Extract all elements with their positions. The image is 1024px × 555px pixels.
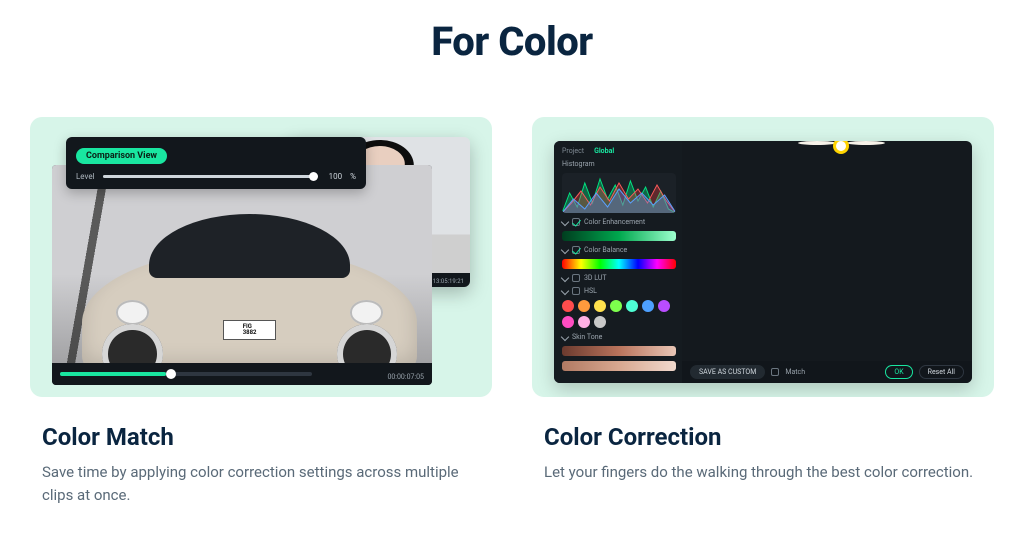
- row-lut-label: 3D LUT: [584, 274, 607, 282]
- footer-match-label: Match: [785, 368, 805, 376]
- card-color-correction-image: Project Global Histogram: [532, 117, 994, 397]
- swatch[interactable]: [658, 300, 670, 312]
- row-lut[interactable]: 3D LUT: [562, 274, 676, 282]
- card-color-match-title: Color Match: [30, 423, 492, 451]
- checkbox-icon[interactable]: [572, 218, 580, 226]
- car-headlight-right: [350, 300, 383, 325]
- comparison-badge[interactable]: Comparison View: [76, 148, 167, 164]
- row-color-balance[interactable]: Color Balance: [562, 246, 676, 254]
- swatch-grid: [562, 300, 676, 328]
- swatch[interactable]: [610, 300, 622, 312]
- level-label: Level: [76, 172, 95, 181]
- level-value: 100: [322, 172, 342, 181]
- cc-preview: [682, 141, 972, 361]
- cc-main-area: SAVE AS CUSTOM Match OK Reset All: [682, 141, 972, 383]
- lens-left: [798, 141, 836, 145]
- main-playbar[interactable]: 00:00:07:05: [52, 363, 432, 385]
- histogram-svg: [562, 173, 676, 213]
- chevron-down-icon: [561, 218, 569, 226]
- swatch[interactable]: [594, 300, 606, 312]
- cc-sidebar: Project Global Histogram: [554, 141, 682, 383]
- progress-track[interactable]: [60, 372, 312, 376]
- main-timecode: 00:00:07:05: [387, 373, 424, 381]
- checkbox-icon[interactable]: [572, 274, 580, 282]
- chevron-down-icon: [561, 287, 569, 295]
- swatch[interactable]: [578, 300, 590, 312]
- row-color-enhance[interactable]: Color Enhancement: [562, 218, 676, 226]
- checkbox-icon[interactable]: [572, 246, 580, 254]
- checkbox-icon[interactable]: [572, 287, 580, 295]
- row-hsl-label: HSL: [584, 287, 597, 295]
- card-color-match-image: 13:05:19:21 FIG 3882 00:00:07:: [30, 117, 492, 397]
- secondary-timecode: 13:05:19:21: [433, 278, 464, 285]
- histogram: [562, 173, 676, 213]
- card-color-correction: Project Global Histogram: [532, 117, 994, 506]
- card-color-match: 13:05:19:21 FIG 3882 00:00:07:: [30, 117, 492, 506]
- ok-button[interactable]: OK: [885, 365, 912, 379]
- feature-cards: 13:05:19:21 FIG 3882 00:00:07:: [0, 117, 1024, 506]
- tab-global[interactable]: Global: [594, 147, 614, 155]
- swatch[interactable]: [642, 300, 654, 312]
- car-headlight-left: [116, 300, 149, 325]
- gradient-skin-2[interactable]: [562, 361, 676, 371]
- tab-project[interactable]: Project: [562, 147, 584, 155]
- comparison-panel: Comparison View Level 100 %: [66, 137, 366, 189]
- row-color-enhance-label: Color Enhancement: [584, 218, 645, 226]
- row-color-balance-label: Color Balance: [584, 246, 627, 254]
- swatch[interactable]: [594, 316, 606, 328]
- level-slider[interactable]: [103, 175, 315, 178]
- gradient-green[interactable]: [562, 231, 676, 241]
- card-color-match-desc: Save time by applying color correction s…: [30, 461, 492, 506]
- level-slider-thumb[interactable]: [309, 172, 318, 181]
- gradient-skin-1[interactable]: [562, 346, 676, 356]
- swatch[interactable]: [562, 316, 574, 328]
- row-skin[interactable]: Skin Tone: [562, 333, 676, 341]
- chevron-down-icon: [561, 333, 569, 341]
- level-row: Level 100 %: [76, 172, 356, 181]
- row-hsl[interactable]: HSL: [562, 287, 676, 295]
- license-plate: FIG 3882: [223, 320, 277, 340]
- level-unit: %: [350, 172, 356, 181]
- chevron-down-icon: [561, 274, 569, 282]
- gradient-hue[interactable]: [562, 259, 676, 269]
- cc-bottom-bar: SAVE AS CUSTOM Match OK Reset All: [682, 361, 972, 383]
- progress-thumb[interactable]: [166, 369, 176, 379]
- card-color-correction-title: Color Correction: [532, 423, 994, 451]
- cm-main-preview: FIG 3882 00:00:07:05: [52, 165, 432, 385]
- lens-right: [847, 141, 885, 145]
- section-histogram-label: Histogram: [562, 160, 676, 168]
- card-color-correction-desc: Let your fingers do the walking through …: [532, 461, 994, 484]
- swatch[interactable]: [578, 316, 590, 328]
- swatch[interactable]: [626, 300, 638, 312]
- page-title: For Color: [0, 18, 1024, 65]
- cc-tabs: Project Global: [562, 147, 676, 155]
- reset-all-button[interactable]: Reset All: [919, 365, 964, 379]
- cc-app-window: Project Global Histogram: [554, 141, 972, 383]
- save-custom-button[interactable]: SAVE AS CUSTOM: [690, 365, 765, 379]
- row-skin-label: Skin Tone: [572, 333, 602, 341]
- chevron-down-icon: [561, 246, 569, 254]
- checkbox-icon[interactable]: [771, 368, 779, 376]
- swatch[interactable]: [562, 300, 574, 312]
- flower-icon: [836, 141, 846, 151]
